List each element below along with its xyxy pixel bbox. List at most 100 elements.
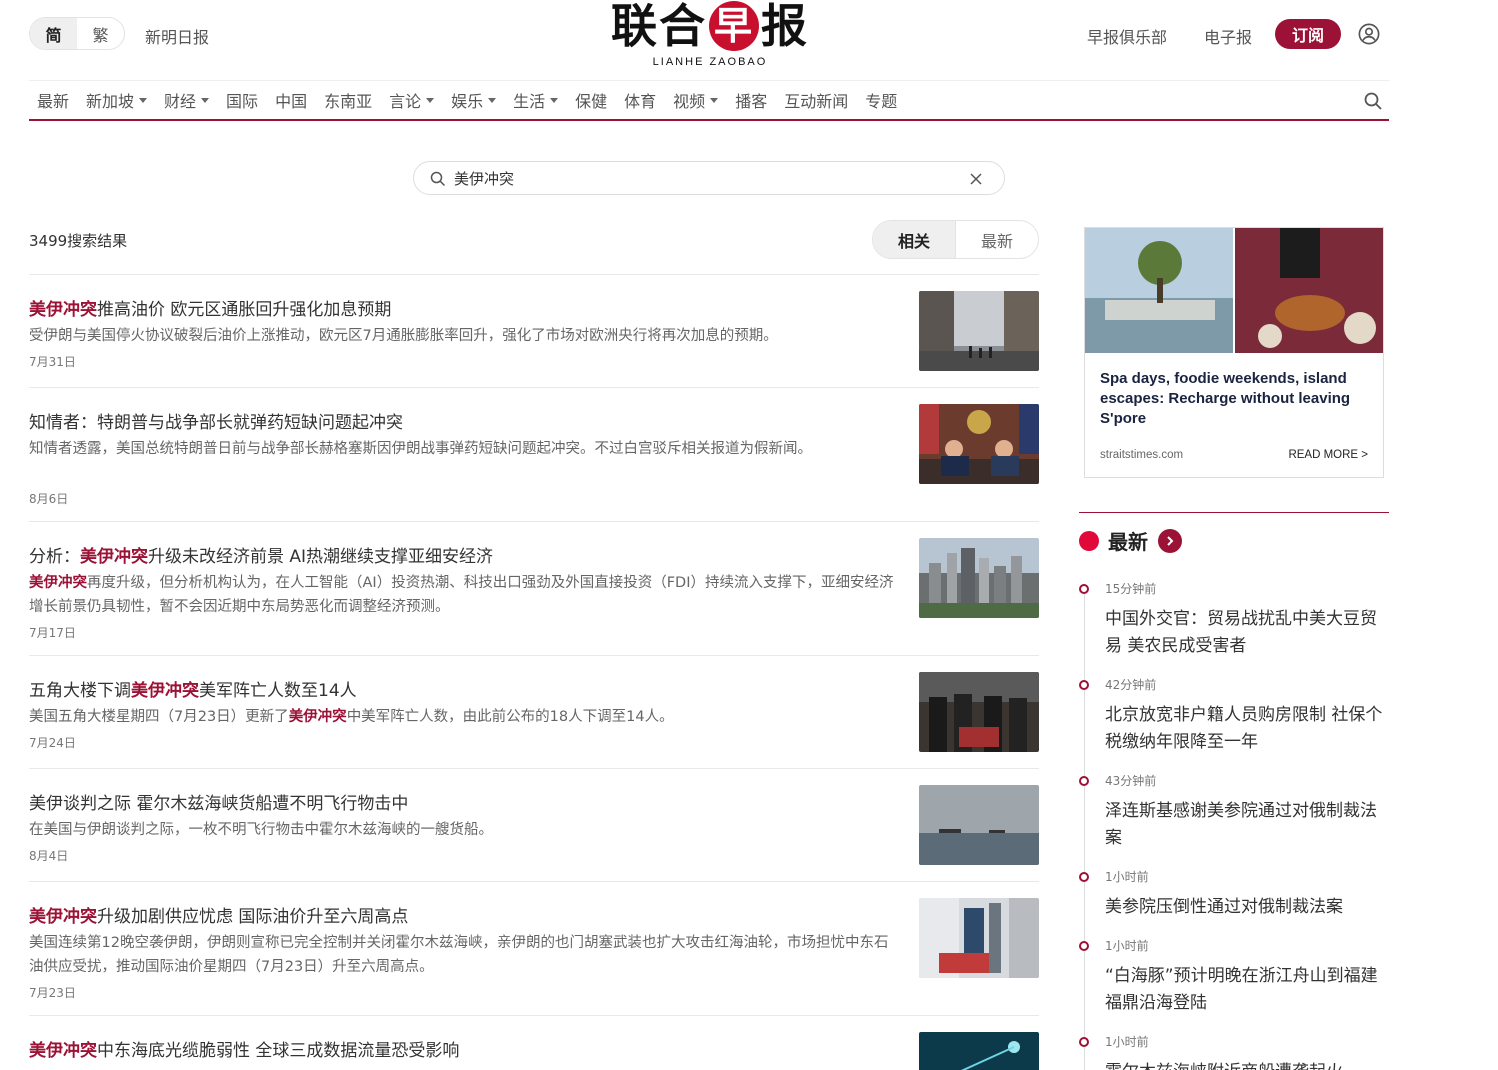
latest-item-title[interactable]: 美参院压倒性通过对俄制裁法案: [1105, 894, 1389, 921]
sort-latest-button[interactable]: 最新: [956, 221, 1038, 258]
timeline-dot-icon: [1079, 680, 1089, 690]
chevron-down-icon: [201, 97, 210, 103]
result-title[interactable]: 美伊冲突升级加剧供应忧虑 国际油价升至六周高点: [29, 902, 909, 927]
result-item[interactable]: 美伊冲突中东海底光缆脆弱性 全球三成数据流量恐受影响: [29, 1015, 1039, 1070]
result-description: 美伊冲突再度升级，但分析机构认为，在人工智能（AI）投资热潮、科技出口强劲及外国…: [29, 575, 894, 615]
logo-english: LIANHE ZAOBAO: [652, 56, 768, 68]
ad-title[interactable]: Spa days, foodie weekends, island escape…: [1100, 369, 1375, 429]
search-bar: [413, 161, 1005, 195]
site-logo[interactable]: 联合 早 报 LIANHE ZAOBAO: [598, 0, 822, 72]
nav-item[interactable]: 东南亚: [324, 88, 372, 112]
result-title[interactable]: 美伊冲突中东海底光缆脆弱性 全球三成数据流量恐受影响: [29, 1036, 909, 1061]
xinming-link[interactable]: 新明日报: [145, 24, 209, 48]
chevron-down-icon: [550, 97, 559, 103]
result-title[interactable]: 美伊冲突推高油价 欧元区通胀回升强化加息预期: [29, 295, 909, 320]
latest-item-title[interactable]: 泽连斯基感谢美参院通过对俄制裁法案: [1105, 798, 1389, 852]
timeline-dot-icon: [1079, 941, 1089, 951]
nav-item-label: 国际: [226, 92, 259, 111]
nav-item[interactable]: 专题: [865, 88, 897, 112]
latest-item-title[interactable]: 北京放宽非户籍人员购房限制 社保个税缴纳年限降至一年: [1105, 702, 1389, 756]
result-title[interactable]: 知情者：特朗普与战争部长就弹药短缺问题起冲突: [29, 408, 909, 433]
latest-item-time: 1小时前: [1105, 1035, 1149, 1049]
nav-item-label: 言论: [389, 92, 422, 111]
lang-traditional-button[interactable]: 繁: [77, 18, 124, 49]
ad-image[interactable]: [1085, 228, 1383, 353]
nav-item-label: 播客: [735, 92, 768, 111]
result-item[interactable]: 知情者：特朗普与战争部长就弹药短缺问题起冲突 知情者透露，美国总统特朗普日前与战…: [29, 387, 1039, 521]
user-icon[interactable]: [1358, 23, 1380, 45]
latest-item-title[interactable]: 中国外交官：贸易战扰乱中美大豆贸易 美农民成受害者: [1105, 606, 1389, 660]
nav-item[interactable]: 中国: [275, 88, 307, 112]
result-thumbnail[interactable]: [919, 785, 1039, 865]
sponsored-card[interactable]: Spa days, foodie weekends, island escape…: [1084, 227, 1384, 478]
nav-item[interactable]: 体育: [624, 88, 656, 112]
ad-read-more-link[interactable]: READ MORE >: [1288, 449, 1368, 461]
result-date: 7月23日: [29, 986, 76, 1000]
nav-item-label: 互动新闻: [784, 92, 849, 111]
result-item[interactable]: 五角大楼下调美伊冲突美军阵亡人数至14人 美国五角大楼星期四（7月23日）更新了…: [29, 655, 1039, 768]
result-title[interactable]: 分析：美伊冲突升级未改经济前景 AI热潮继续支撑亚细安经济: [29, 542, 909, 567]
nav-item[interactable]: 互动新闻: [784, 88, 848, 112]
results-list: 美伊冲突推高油价 欧元区通胀回升强化加息预期 受伊朗与美国停火协议破裂后油价上涨…: [29, 274, 1039, 1070]
result-description: 受伊朗与美国停火协议破裂后油价上涨推动，欧元区7月通胀膨胀率回升，强化了市场对欧…: [29, 328, 778, 344]
search-input[interactable]: [454, 166, 954, 190]
result-thumbnail[interactable]: [919, 404, 1039, 484]
sort-relevant-button[interactable]: 相关: [873, 221, 956, 258]
result-description: 美国连续第12晚空袭伊朗，伊朗则宣称已完全控制并关闭霍尔木兹海峡，亲伊朗的也门胡…: [29, 935, 889, 975]
latest-item-time: 1小时前: [1105, 870, 1149, 884]
close-icon[interactable]: [968, 171, 984, 187]
nav-item[interactable]: 视频: [673, 88, 719, 112]
result-description: 知情者透露，美国总统特朗普日前与战争部长赫格塞斯因伊朗战事弹药短缺问题起冲突。不…: [29, 441, 812, 457]
result-item[interactable]: 分析：美伊冲突升级未改经济前景 AI热潮继续支撑亚细安经济 美伊冲突再度升级，但…: [29, 521, 1039, 655]
latest-item-time: 42分钟前: [1105, 678, 1157, 692]
result-thumbnail[interactable]: [919, 672, 1039, 752]
result-thumbnail[interactable]: [919, 291, 1039, 371]
nav-item-label: 新加坡: [86, 92, 135, 111]
result-thumbnail[interactable]: [919, 538, 1039, 618]
result-item[interactable]: 美伊冲突升级加剧供应忧虑 国际油价升至六周高点 美国连续第12晚空袭伊朗，伊朗则…: [29, 881, 1039, 1015]
result-title[interactable]: 五角大楼下调美伊冲突美军阵亡人数至14人: [29, 676, 909, 701]
nav-item-label: 体育: [624, 92, 657, 111]
search-icon[interactable]: [1363, 91, 1383, 111]
chevron-down-icon: [488, 97, 497, 103]
nav-item[interactable]: 国际: [226, 88, 258, 112]
nav-item[interactable]: 娱乐: [451, 88, 497, 112]
nav-item[interactable]: 播客: [735, 88, 767, 112]
nav-item-label: 财经: [164, 92, 197, 111]
latest-heading: 最新: [1108, 530, 1148, 554]
lang-simplified-button[interactable]: 简: [30, 18, 77, 49]
result-description: 在美国与伊朗谈判之际，一枚不明飞行物击中霍尔木兹海峡的一艘货船。: [29, 822, 493, 838]
nav-item-label: 中国: [275, 92, 308, 111]
timeline-line: [1084, 588, 1085, 1070]
logo-text-part2: 早: [709, 1, 759, 51]
club-link[interactable]: 早报俱乐部: [1087, 24, 1167, 48]
result-description: 美国五角大楼星期四（7月23日）更新了美伊冲突中美军阵亡人数，由此前公布的18人…: [29, 709, 674, 725]
logo-text-part1: 联合: [611, 0, 707, 53]
result-thumbnail[interactable]: [919, 898, 1039, 978]
result-item[interactable]: 美伊冲突推高油价 欧元区通胀回升强化加息预期 受伊朗与美国停火协议破裂后油价上涨…: [29, 274, 1039, 387]
chevron-right-icon[interactable]: [1158, 528, 1182, 553]
nav-item-label: 视频: [673, 92, 706, 111]
result-item[interactable]: 美伊谈判之际 霍尔木兹海峡货船遭不明飞行物击中 在美国与伊朗谈判之际，一枚不明飞…: [29, 768, 1039, 881]
nav-item-label: 娱乐: [451, 92, 484, 111]
result-date: 8月4日: [29, 849, 69, 863]
nav-item[interactable]: 生活: [513, 88, 559, 112]
result-title[interactable]: 美伊谈判之际 霍尔木兹海峡货船遭不明飞行物击中: [29, 789, 909, 814]
nav-item[interactable]: 财经: [164, 88, 210, 112]
latest-item-title[interactable]: 霍尔木兹海峡附近商船遭袭起火: [1105, 1059, 1389, 1070]
epaper-link[interactable]: 电子报: [1204, 24, 1252, 48]
nav-item-label: 保健: [575, 92, 608, 111]
subscribe-button[interactable]: 订阅: [1275, 19, 1341, 49]
latest-header: 最新: [1079, 526, 1182, 555]
nav-item[interactable]: 保健: [575, 88, 607, 112]
nav-item[interactable]: 新加坡: [86, 88, 148, 112]
ad-source: straitstimes.com: [1100, 449, 1184, 461]
nav-item[interactable]: 最新: [37, 88, 69, 112]
result-count: 3499搜索结果: [29, 232, 128, 250]
latest-item-title[interactable]: “白海豚”预计明晚在浙江舟山到福建福鼎沿海登陆: [1105, 963, 1389, 1017]
result-thumbnail[interactable]: [919, 1032, 1039, 1070]
main-nav: 最新 新加坡 财经 国际 中国 东南亚 言论 娱乐 生活 保健 体育 视频 播客 互动新闻 专题: [29, 80, 1389, 121]
chevron-down-icon: [426, 97, 435, 103]
timeline-dot-icon: [1079, 1037, 1089, 1047]
nav-item[interactable]: 言论: [389, 88, 435, 112]
